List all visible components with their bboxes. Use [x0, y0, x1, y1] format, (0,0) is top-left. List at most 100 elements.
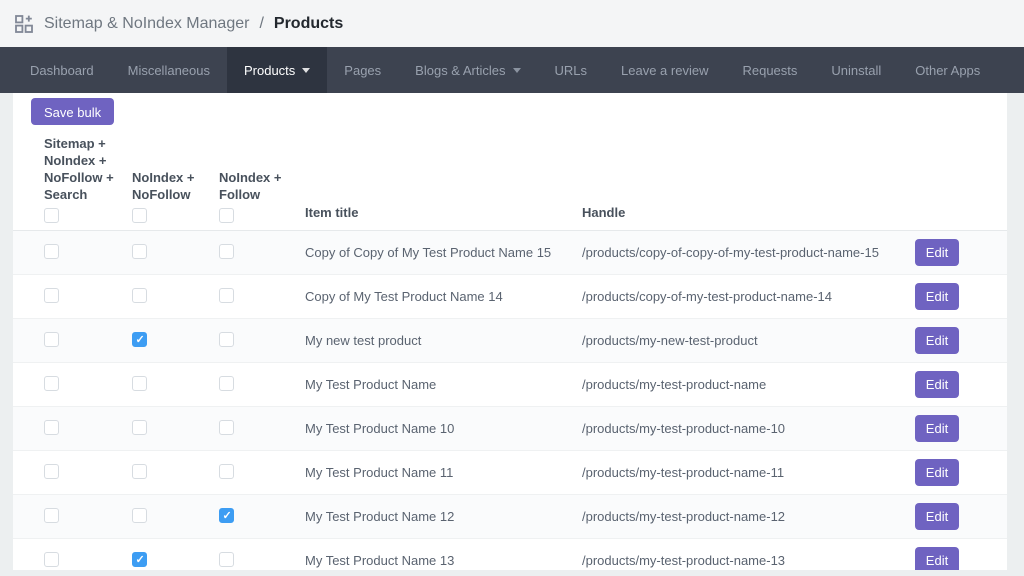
nav-item-leave-a-review[interactable]: Leave a review	[604, 47, 725, 93]
edit-button[interactable]: Edit	[915, 371, 959, 398]
edit-button[interactable]: Edit	[915, 327, 959, 354]
column-header-label: NoIndex + NoFollow	[132, 169, 219, 203]
table-row: My Test Product Name /products/my-test-p…	[13, 363, 1007, 407]
noindex-nofollow-checkbox[interactable]	[132, 420, 147, 435]
main-nav: Dashboard Miscellaneous Products Pages B…	[0, 47, 1024, 93]
sitemap-noindex-nofollow-search-checkbox[interactable]	[44, 464, 59, 479]
chevron-down-icon	[302, 68, 310, 73]
noindex-nofollow-checkbox[interactable]	[132, 332, 147, 347]
table-header: Sitemap + NoIndex + NoFollow + Search No…	[13, 135, 1007, 231]
item-handle: /products/my-new-test-product	[582, 333, 915, 348]
nav-item-requests[interactable]: Requests	[725, 47, 814, 93]
nav-item-blogs-articles[interactable]: Blogs & Articles	[398, 47, 537, 93]
column-header-handle: Handle	[582, 204, 915, 230]
edit-button[interactable]: Edit	[915, 283, 959, 310]
noindex-follow-checkbox[interactable]	[219, 332, 234, 347]
nav-label: Leave a review	[621, 63, 708, 78]
item-handle: /products/copy-of-copy-of-my-test-produc…	[582, 245, 915, 260]
edit-button[interactable]: Edit	[915, 415, 959, 442]
select-all-sitemap-noindex-nofollow-search-checkbox[interactable]	[44, 208, 59, 223]
table-row: My Test Product Name 13 /products/my-tes…	[13, 539, 1007, 570]
nav-label: Miscellaneous	[128, 63, 210, 78]
nav-label: URLs	[555, 63, 588, 78]
item-handle: /products/my-test-product-name	[582, 377, 915, 392]
table-row: My Test Product Name 11 /products/my-tes…	[13, 451, 1007, 495]
products-panel: Save bulk Sitemap + NoIndex + NoFollow +…	[13, 93, 1007, 570]
table-row: My Test Product Name 12 /products/my-tes…	[13, 495, 1007, 539]
nav-label: Pages	[344, 63, 381, 78]
item-handle: /products/my-test-product-name-10	[582, 421, 915, 436]
sitemap-noindex-nofollow-search-checkbox[interactable]	[44, 244, 59, 259]
select-all-noindex-follow-checkbox[interactable]	[219, 208, 234, 223]
item-title: Copy of Copy of My Test Product Name 15	[305, 245, 582, 260]
nav-label: Dashboard	[30, 63, 94, 78]
noindex-nofollow-checkbox[interactable]	[132, 288, 147, 303]
edit-button[interactable]: Edit	[915, 239, 959, 266]
nav-label: Blogs & Articles	[415, 63, 505, 78]
nav-item-urls[interactable]: URLs	[538, 47, 605, 93]
item-title: My Test Product Name 12	[305, 509, 582, 524]
column-header-label: NoIndex + Follow	[219, 169, 305, 203]
nav-item-miscellaneous[interactable]: Miscellaneous	[111, 47, 227, 93]
column-header-item-title: Item title	[305, 204, 582, 230]
column-header-noindex-follow: NoIndex + Follow	[219, 169, 305, 230]
item-handle: /products/my-test-product-name-11	[582, 465, 915, 480]
item-handle: /products/my-test-product-name-12	[582, 509, 915, 524]
chevron-down-icon	[513, 68, 521, 73]
table-row: Copy of My Test Product Name 14 /product…	[13, 275, 1007, 319]
nav-item-pages[interactable]: Pages	[327, 47, 398, 93]
noindex-nofollow-checkbox[interactable]	[132, 552, 147, 567]
column-header-noindex-nofollow: NoIndex + NoFollow	[132, 169, 219, 230]
noindex-nofollow-checkbox[interactable]	[132, 464, 147, 479]
save-bulk-button[interactable]: Save bulk	[31, 98, 114, 125]
sitemap-noindex-nofollow-search-checkbox[interactable]	[44, 552, 59, 567]
select-all-noindex-nofollow-checkbox[interactable]	[132, 208, 147, 223]
item-title: My Test Product Name 13	[305, 553, 582, 568]
sitemap-noindex-nofollow-search-checkbox[interactable]	[44, 508, 59, 523]
nav-label: Other Apps	[915, 63, 980, 78]
nav-item-other-apps[interactable]: Other Apps	[898, 47, 997, 93]
sitemap-noindex-nofollow-search-checkbox[interactable]	[44, 420, 59, 435]
item-title: My Test Product Name	[305, 377, 582, 392]
table-row: My Test Product Name 10 /products/my-tes…	[13, 407, 1007, 451]
table-body: Copy of Copy of My Test Product Name 15 …	[13, 231, 1007, 570]
column-header-label: Sitemap + NoIndex + NoFollow + Search	[44, 135, 132, 203]
item-title: My new test product	[305, 333, 582, 348]
edit-button[interactable]: Edit	[915, 547, 959, 570]
app-title[interactable]: Sitemap & NoIndex Manager	[44, 15, 249, 33]
bulk-toolbar: Save bulk	[13, 93, 1007, 125]
nav-label: Uninstall	[831, 63, 881, 78]
sitemap-noindex-nofollow-search-checkbox[interactable]	[44, 332, 59, 347]
sitemap-noindex-nofollow-search-checkbox[interactable]	[44, 288, 59, 303]
page-title: Products	[274, 15, 343, 33]
column-header-sitemap-noindex-nofollow-search: Sitemap + NoIndex + NoFollow + Search	[44, 135, 132, 230]
noindex-follow-checkbox[interactable]	[219, 420, 234, 435]
edit-button[interactable]: Edit	[915, 459, 959, 486]
item-handle: /products/my-test-product-name-13	[582, 553, 915, 568]
item-title: My Test Product Name 10	[305, 421, 582, 436]
noindex-nofollow-checkbox[interactable]	[132, 244, 147, 259]
noindex-follow-checkbox[interactable]	[219, 464, 234, 479]
sitemap-noindex-nofollow-search-checkbox[interactable]	[44, 376, 59, 391]
noindex-follow-checkbox[interactable]	[219, 376, 234, 391]
breadcrumb-bar: Sitemap & NoIndex Manager / Products	[0, 0, 1024, 47]
item-title: My Test Product Name 11	[305, 465, 582, 480]
table-row: My new test product /products/my-new-tes…	[13, 319, 1007, 363]
nav-label: Products	[244, 63, 295, 78]
nav-item-products[interactable]: Products	[227, 47, 327, 93]
noindex-nofollow-checkbox[interactable]	[132, 508, 147, 523]
noindex-nofollow-checkbox[interactable]	[132, 376, 147, 391]
nav-item-dashboard[interactable]: Dashboard	[13, 47, 111, 93]
noindex-follow-checkbox[interactable]	[219, 552, 234, 567]
nav-item-uninstall[interactable]: Uninstall	[814, 47, 898, 93]
item-title: Copy of My Test Product Name 14	[305, 289, 582, 304]
breadcrumb-separator: /	[259, 15, 263, 33]
noindex-follow-checkbox[interactable]	[219, 508, 234, 523]
noindex-follow-checkbox[interactable]	[219, 244, 234, 259]
item-handle: /products/copy-of-my-test-product-name-1…	[582, 289, 915, 304]
edit-button[interactable]: Edit	[915, 503, 959, 530]
noindex-follow-checkbox[interactable]	[219, 288, 234, 303]
table-row: Copy of Copy of My Test Product Name 15 …	[13, 231, 1007, 275]
apps-plus-icon	[14, 14, 34, 34]
nav-label: Requests	[742, 63, 797, 78]
